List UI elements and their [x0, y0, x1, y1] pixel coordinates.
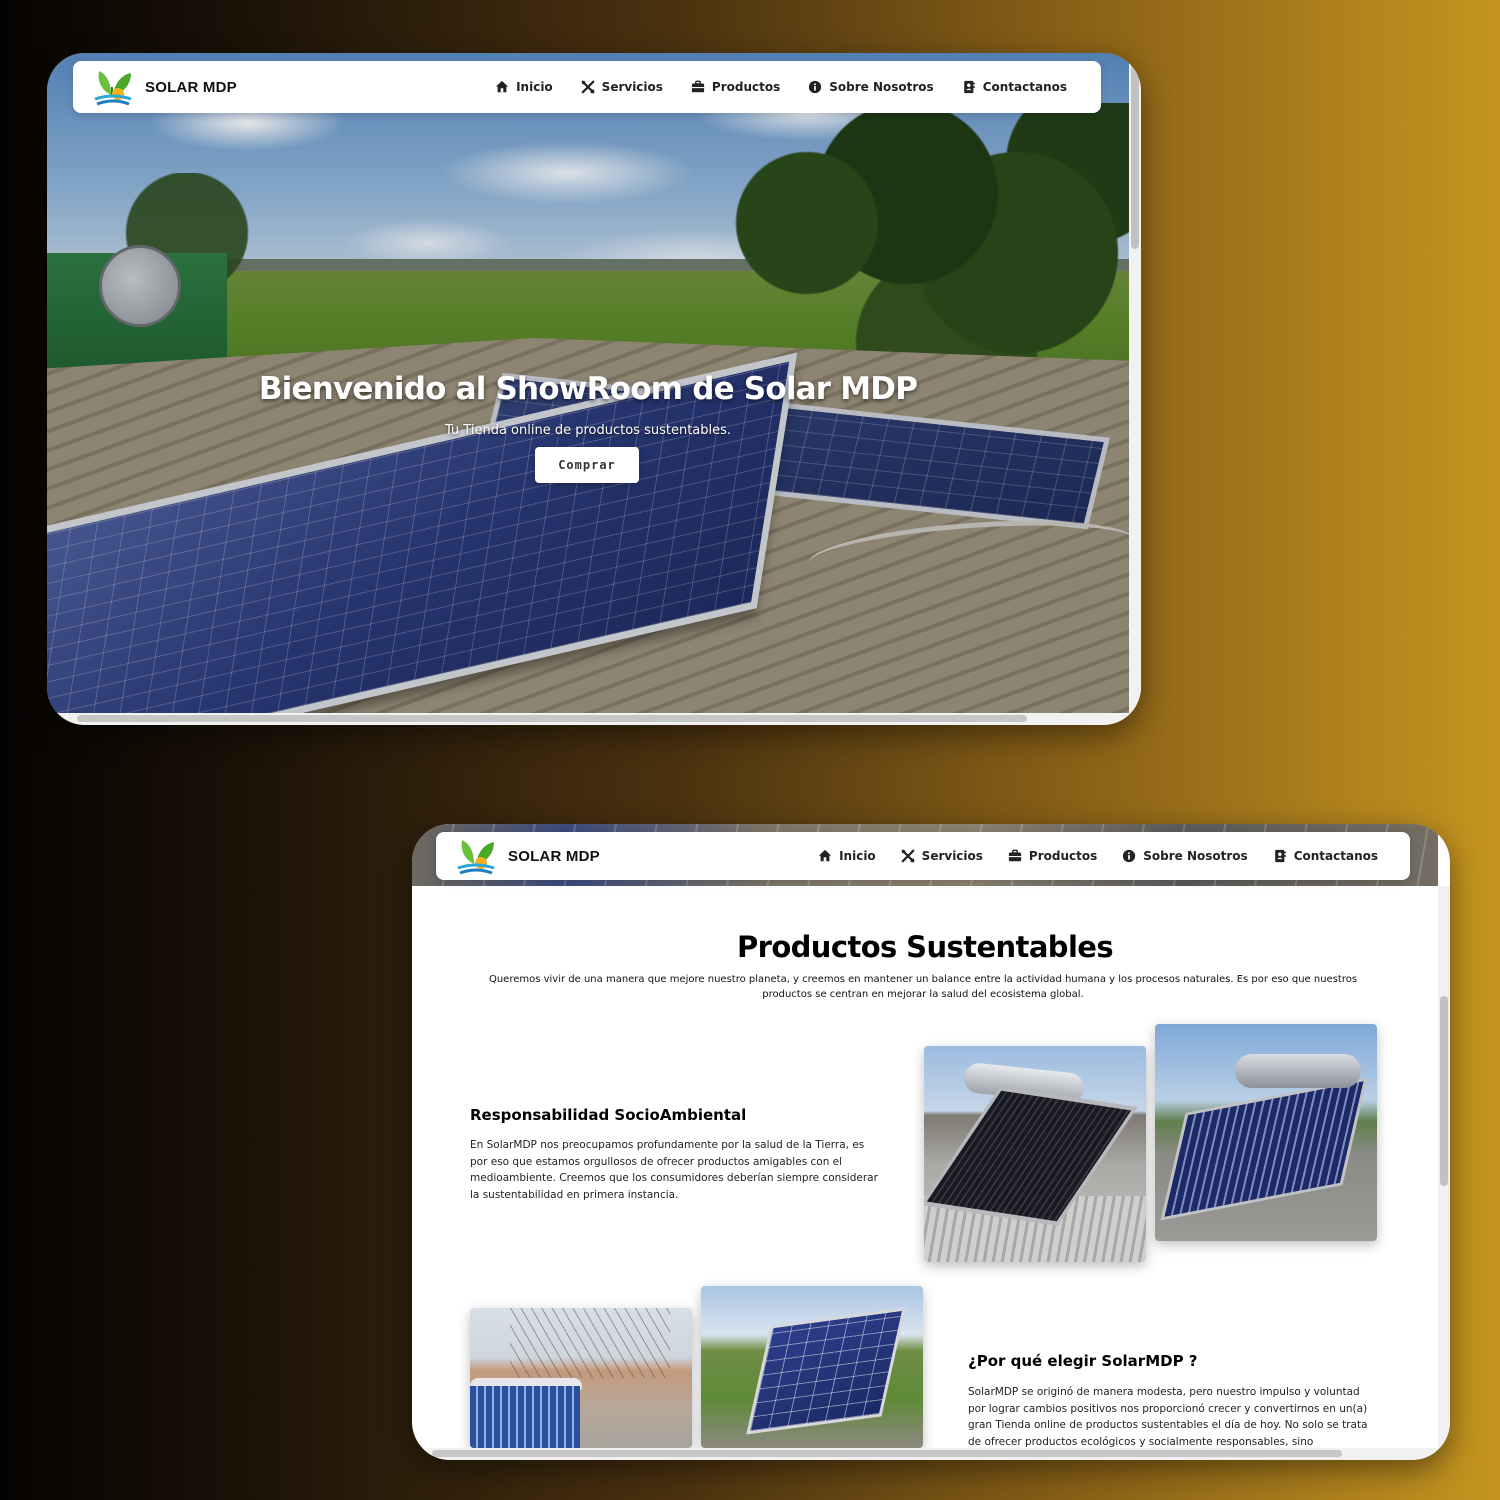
- products-section-title: Productos Sustentables: [736, 930, 1114, 964]
- vertical-scrollbar[interactable]: [1438, 886, 1450, 1460]
- solar-panel-photo: [701, 1286, 923, 1448]
- browser-screenshot-products: SOLAR MDP Inicio Servicios Productos Sob…: [412, 824, 1450, 1460]
- nav-servicios[interactable]: Servicios: [901, 849, 983, 863]
- nav-servicios-label: Servicios: [921, 849, 983, 863]
- vertical-scroll-thumb[interactable]: [1440, 996, 1448, 1186]
- nav-inicio[interactable]: Inicio: [818, 849, 876, 863]
- comprar-button[interactable]: Comprar: [535, 447, 639, 483]
- nav-inicio-label: Inicio: [839, 849, 876, 863]
- brand-name: SOLAR MDP: [508, 847, 600, 865]
- nav-sobre-nosotros-label: Sobre Nosotros: [1143, 849, 1248, 863]
- brand[interactable]: SOLAR MDP: [73, 65, 237, 109]
- browser-screenshot-hero: Bienvenido al ShowRoom de Solar MDP Tu T…: [47, 53, 1141, 725]
- nav-contactanos[interactable]: Contactanos: [962, 80, 1067, 94]
- info-icon: [1123, 849, 1136, 863]
- briefcase-icon: [691, 80, 705, 93]
- nav-servicios[interactable]: Servicios: [581, 80, 663, 94]
- nav-servicios-label: Servicios: [601, 80, 663, 94]
- navbar: SOLAR MDP Inicio Servicios Productos Sob…: [73, 61, 1101, 113]
- nav-contactanos-label: Contactanos: [1293, 849, 1378, 863]
- nav-productos-label: Productos: [1028, 849, 1098, 863]
- solar-water-heater-photo-1: [924, 1046, 1146, 1262]
- nav-productos[interactable]: Productos: [1008, 849, 1097, 863]
- horizontal-scroll-thumb[interactable]: [77, 715, 1027, 722]
- solar-water-heater-photo-2: [1155, 1024, 1377, 1241]
- home-icon: [495, 80, 509, 93]
- solar-leaf-logo-icon: [457, 840, 495, 875]
- solar-leaf-logo-icon: [94, 71, 132, 106]
- nav-sobre-nosotros[interactable]: Sobre Nosotros: [1122, 849, 1248, 863]
- solar-tubes-photo: [470, 1308, 692, 1448]
- nav-productos-label: Productos: [711, 80, 781, 94]
- info-icon: [809, 80, 822, 94]
- nav-sobre-nosotros-label: Sobre Nosotros: [829, 80, 934, 94]
- nav-productos[interactable]: Productos: [691, 80, 780, 94]
- por-que-elegir-text: SolarMDP se originó de manera modesta, p…: [968, 1386, 1368, 1448]
- contact-card-icon: [1274, 849, 1286, 863]
- vertical-scroll-thumb[interactable]: [1131, 61, 1139, 249]
- brand[interactable]: SOLAR MDP: [436, 834, 600, 878]
- nav-sobre-nosotros[interactable]: Sobre Nosotros: [808, 80, 934, 94]
- nav-contactanos[interactable]: Contactanos: [1273, 849, 1378, 863]
- nav-links: Inicio Servicios Productos Sobre Nosotro…: [495, 80, 1101, 94]
- nav-links: Inicio Servicios Productos Sobre Nosotro…: [818, 849, 1410, 863]
- nav-inicio-label: Inicio: [516, 80, 553, 94]
- nav-inicio[interactable]: Inicio: [495, 80, 553, 94]
- vertical-scrollbar[interactable]: [1129, 53, 1141, 725]
- horizontal-scrollbar[interactable]: [47, 713, 1129, 725]
- nav-contactanos-label: Contactanos: [982, 80, 1067, 94]
- tools-icon: [581, 80, 595, 94]
- responsabilidad-title: Responsabilidad SocioAmbiental: [470, 1106, 747, 1124]
- responsabilidad-text: En SolarMDP nos preocupamos profundament…: [470, 1139, 878, 1201]
- hero-background-photo: Bienvenido al ShowRoom de Solar MDP Tu T…: [47, 53, 1129, 713]
- horizontal-scrollbar[interactable]: [412, 1448, 1438, 1460]
- tools-icon: [901, 849, 915, 863]
- home-icon: [818, 849, 832, 862]
- hero-title: Bienvenido al ShowRoom de Solar MDP: [258, 371, 918, 407]
- horizontal-scroll-thumb[interactable]: [432, 1450, 1342, 1457]
- navbar-sticky: SOLAR MDP Inicio Servicios Productos Sob…: [436, 832, 1410, 880]
- briefcase-icon: [1008, 849, 1022, 862]
- por-que-elegir-title: ¿Por qué elegir SolarMDP ?: [968, 1352, 1198, 1370]
- products-section-intro: Queremos vivir de una manera que mejore …: [488, 974, 1358, 1000]
- hero-subtitle: Tu Tienda online de productos sustentabl…: [444, 423, 732, 438]
- brand-name: SOLAR MDP: [145, 78, 237, 96]
- contact-card-icon: [963, 80, 975, 94]
